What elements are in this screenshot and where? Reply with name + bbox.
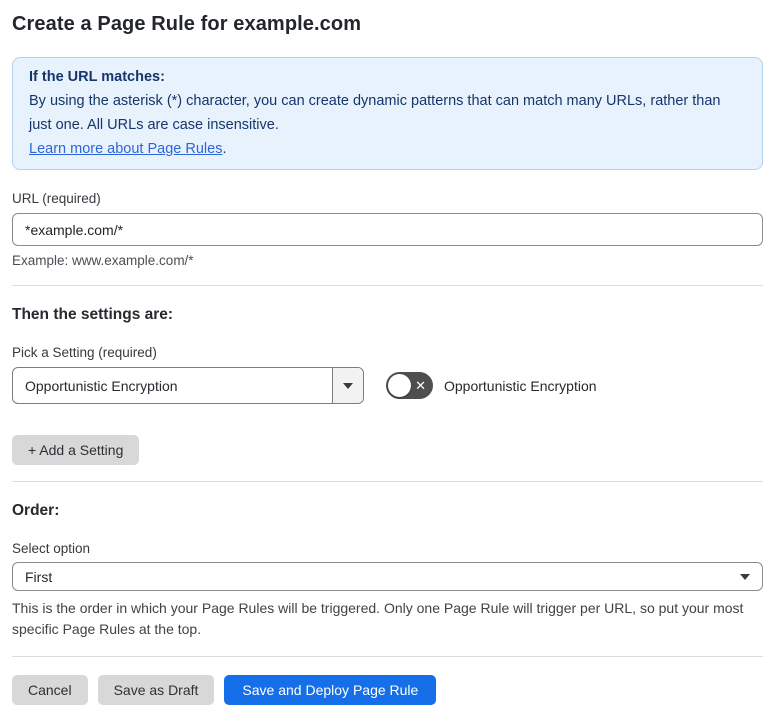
order-select[interactable]: First — [12, 562, 763, 591]
setting-dropdown-caret-button[interactable] — [332, 368, 363, 403]
setting-dropdown-value: Opportunistic Encryption — [25, 377, 178, 394]
toggle-off-x-icon: ✕ — [415, 377, 426, 393]
learn-more-link[interactable]: Learn more about Page Rules — [29, 141, 222, 157]
settings-section-heading: Then the settings are: — [12, 306, 174, 323]
order-select-label: Select option — [12, 541, 91, 556]
divider — [12, 481, 763, 482]
order-select-value: First — [25, 568, 53, 585]
opportunistic-encryption-toggle[interactable]: ✕ — [386, 372, 433, 399]
add-setting-button[interactable]: + Add a Setting — [12, 435, 140, 465]
setting-row: Opportunistic Encryption ✕ Opportunistic… — [12, 367, 763, 404]
divider — [12, 285, 763, 286]
save-as-draft-button[interactable]: Save as Draft — [97, 675, 215, 705]
toggle-knob — [388, 374, 411, 397]
url-match-info-box: If the URL matches: By using the asteris… — [12, 57, 763, 170]
page-rule-form: Create a Page Rule for example.com If th… — [0, 11, 775, 705]
toggle-label: Opportunistic Encryption — [444, 377, 597, 394]
save-and-deploy-button[interactable]: Save and Deploy Page Rule — [224, 675, 437, 705]
order-section-heading: Order: — [12, 502, 60, 519]
page-title: Create a Page Rule for example.com — [12, 13, 362, 35]
info-box-link-line: Learn more about Page Rules. — [29, 137, 746, 161]
link-suffix: . — [222, 141, 227, 157]
order-description: This is the order in which your Page Rul… — [12, 600, 744, 637]
form-actions: Cancel Save as Draft Save and Deploy Pag… — [12, 675, 763, 705]
info-box-body: By using the asterisk (*) character, you… — [29, 93, 721, 133]
pick-setting-label: Pick a Setting (required) — [12, 345, 157, 360]
divider — [12, 656, 763, 657]
chevron-down-icon — [740, 573, 750, 580]
chevron-down-icon — [343, 382, 353, 389]
setting-dropdown[interactable]: Opportunistic Encryption — [12, 367, 364, 404]
url-input[interactable] — [12, 213, 763, 246]
cancel-button[interactable]: Cancel — [12, 675, 88, 705]
url-example-hint: Example: www.example.com/* — [12, 253, 194, 268]
url-field-label: URL (required) — [12, 191, 101, 206]
info-box-heading: If the URL matches: — [29, 69, 165, 85]
